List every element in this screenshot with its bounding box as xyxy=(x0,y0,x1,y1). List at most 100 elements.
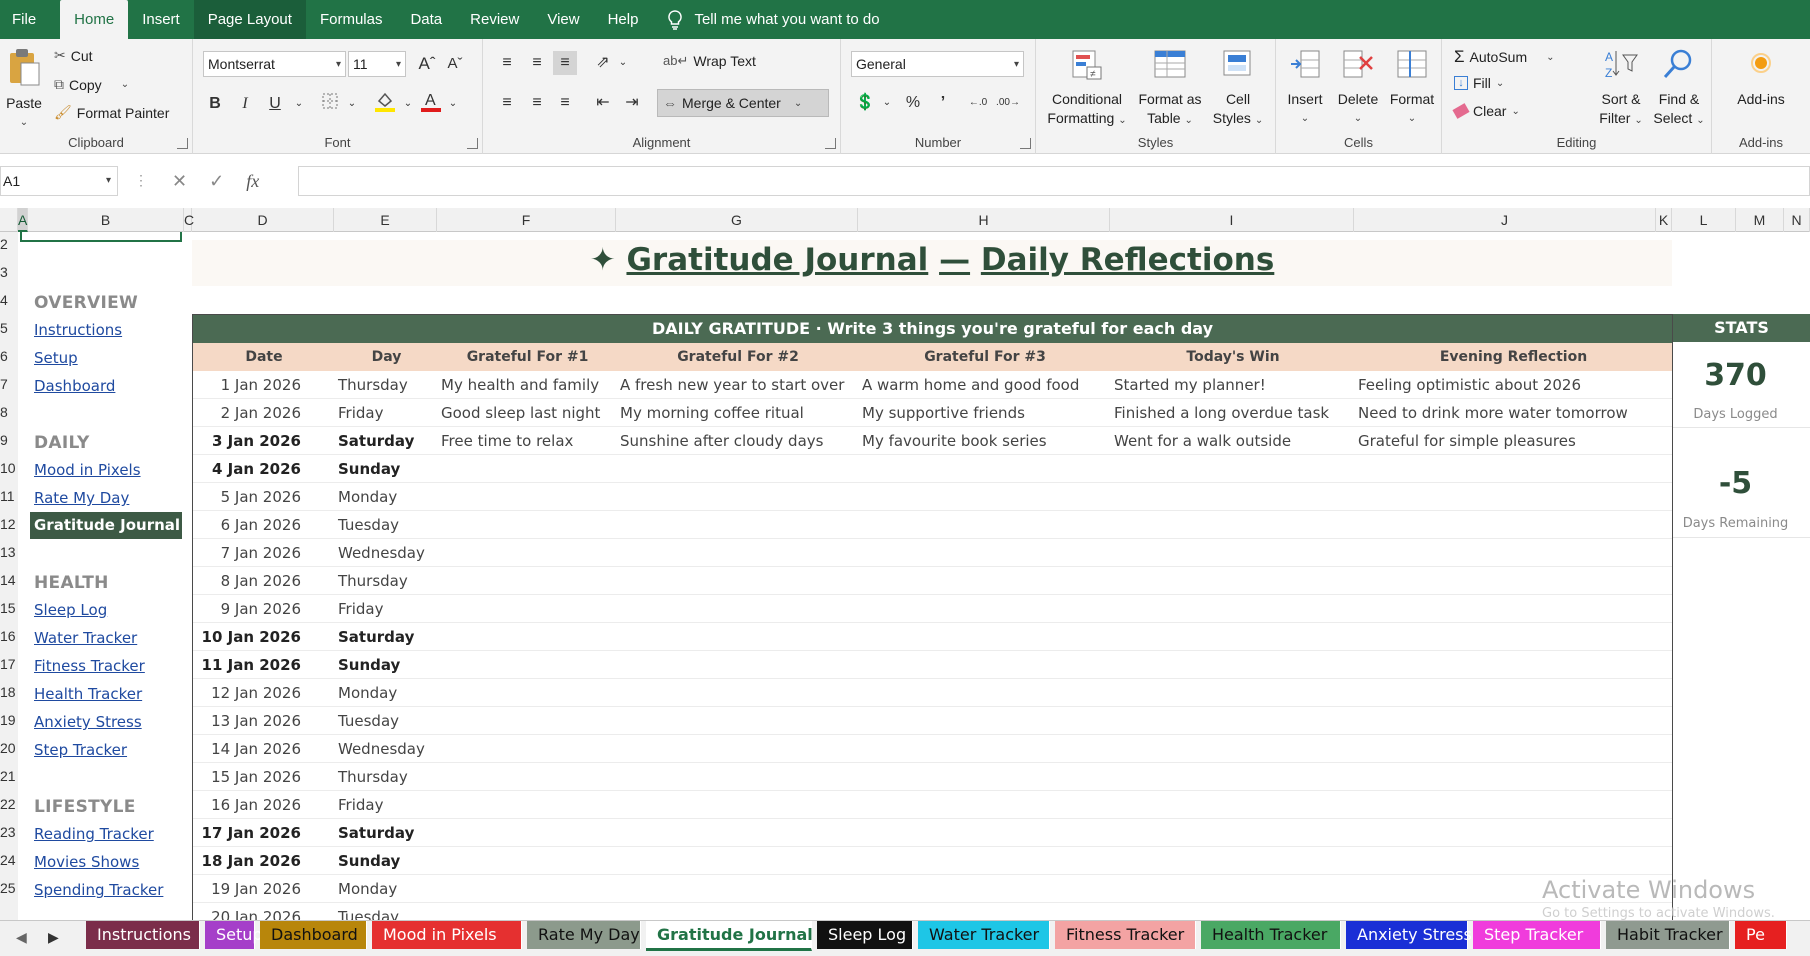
table-cell-day[interactable]: Monday xyxy=(338,875,435,903)
column-header-n[interactable]: N xyxy=(1784,208,1810,232)
sheet-tab-health-tracker[interactable]: Health Tracker xyxy=(1201,921,1341,949)
row-header[interactable]: 18 xyxy=(0,684,18,700)
table-cell-day[interactable]: Friday xyxy=(338,595,435,623)
row-header[interactable]: 24 xyxy=(0,852,18,868)
insert-cells-button[interactable]: Insert ⌄ xyxy=(1280,47,1330,128)
increase-indent-icon[interactable]: ⇥ xyxy=(620,91,644,115)
find-select-button[interactable]: Find & Select ⌄ xyxy=(1650,47,1708,130)
underline-button[interactable]: U xyxy=(263,92,287,116)
table-cell-day[interactable]: Tuesday xyxy=(338,707,435,735)
cell-styles-button[interactable]: Cell Styles ⌄ xyxy=(1208,47,1268,130)
table-cell-date[interactable]: 13 Jan 2026 xyxy=(193,707,301,735)
scroll-tabs-left-icon[interactable]: ◀ xyxy=(16,929,27,946)
decrease-indent-icon[interactable]: ⇤ xyxy=(591,91,615,115)
table-cell-g3[interactable]: My favourite book series xyxy=(862,427,1108,455)
table-cell-g1[interactable]: Free time to relax xyxy=(441,427,614,455)
font-size-select[interactable]: 11 ▾ xyxy=(348,51,406,77)
row-header[interactable]: 5 xyxy=(0,320,18,336)
sidebar-item-reading-tracker[interactable]: Reading Tracker xyxy=(34,825,154,843)
conditional-formatting-button[interactable]: ≠ Conditional Formatting ⌄ xyxy=(1044,47,1130,130)
sheet-tab-setup[interactable]: Setup xyxy=(205,921,263,949)
row-header[interactable]: 21 xyxy=(0,768,18,784)
table-cell-date[interactable]: 17 Jan 2026 xyxy=(193,819,301,847)
column-header-c[interactable]: C xyxy=(184,208,194,232)
sheet-tab-mood-in-pixels[interactable]: Mood in Pixels xyxy=(372,921,522,949)
sheet-tab-fitness-tracker[interactable]: Fitness Tracker xyxy=(1055,921,1196,949)
sidebar-item-gratitude-journal[interactable]: Gratitude Journal xyxy=(30,512,182,539)
delete-cells-button[interactable]: Delete ⌄ xyxy=(1332,47,1384,128)
row-header[interactable]: 23 xyxy=(0,824,18,840)
clear-button[interactable]: Clear ⌄ xyxy=(1452,103,1520,119)
table-cell-date[interactable]: 14 Jan 2026 xyxy=(193,735,301,763)
header-evening-reflection[interactable]: Evening Reflection xyxy=(1355,343,1672,371)
dialog-launcher-icon[interactable] xyxy=(825,138,836,149)
table-cell-win[interactable]: Started my planner! xyxy=(1114,371,1352,399)
sidebar-item-dashboard[interactable]: Dashboard xyxy=(34,377,115,395)
table-cell-day[interactable]: Thursday xyxy=(338,567,435,595)
header-grateful-3[interactable]: Grateful For #3 xyxy=(859,343,1111,371)
row-header[interactable]: 15 xyxy=(0,600,18,616)
column-header-j[interactable]: J xyxy=(1354,208,1656,232)
borders-icon[interactable] xyxy=(318,92,342,116)
format-painter-button[interactable]: 🖌 Format Painter xyxy=(54,104,169,121)
align-top-icon[interactable]: ≡ xyxy=(495,51,519,75)
sidebar-item-sleep-log[interactable]: Sleep Log xyxy=(34,601,107,619)
row-header[interactable]: 4 xyxy=(0,292,18,308)
align-left-icon[interactable]: ≡ xyxy=(495,91,519,115)
percent-button[interactable]: % xyxy=(901,91,925,115)
row-header[interactable]: 16 xyxy=(0,628,18,644)
header-grateful-2[interactable]: Grateful For #2 xyxy=(617,343,859,371)
format-as-table-button[interactable]: Format as Table ⌄ xyxy=(1132,47,1208,130)
table-cell-date[interactable]: 4 Jan 2026 xyxy=(193,455,301,483)
table-cell-date[interactable]: 1 Jan 2026 xyxy=(193,371,301,399)
increase-decimal-icon[interactable]: ←.0 xyxy=(966,91,990,115)
table-cell-day[interactable]: Saturday xyxy=(338,427,435,455)
row-header[interactable]: 22 xyxy=(0,796,18,812)
tell-me-search[interactable]: Tell me what you want to do xyxy=(652,0,880,39)
formula-input[interactable] xyxy=(298,166,1810,196)
table-cell-day[interactable]: Saturday xyxy=(338,819,435,847)
row-header[interactable]: 19 xyxy=(0,712,18,728)
sheet-tab-rate-my-day[interactable]: Rate My Day xyxy=(527,921,641,949)
table-cell-date[interactable]: 16 Jan 2026 xyxy=(193,791,301,819)
table-cell-day[interactable]: Monday xyxy=(338,679,435,707)
row-header[interactable]: 17 xyxy=(0,656,18,672)
row-header[interactable]: 25 xyxy=(0,880,18,896)
comma-style-button[interactable]: ’ xyxy=(931,91,955,115)
table-cell-reflection[interactable]: Need to drink more water tomorrow xyxy=(1358,399,1669,427)
currency-icon[interactable]: 💲 xyxy=(853,91,877,115)
dialog-launcher-icon[interactable] xyxy=(177,138,188,149)
table-cell-g1[interactable]: My health and family xyxy=(441,371,614,399)
table-cell-win[interactable]: Finished a long overdue task xyxy=(1114,399,1352,427)
sidebar-item-health-tracker[interactable]: Health Tracker xyxy=(34,685,142,703)
row-header[interactable]: 13 xyxy=(0,544,18,560)
autosum-button[interactable]: Σ AutoSum ⌄ xyxy=(1454,47,1555,67)
wrap-text-button[interactable]: ab↵ Wrap Text xyxy=(663,53,756,69)
align-bottom-icon[interactable]: ≡ xyxy=(553,51,577,75)
sheet-tab-sleep-log[interactable]: Sleep Log xyxy=(817,921,913,949)
column-header-b[interactable]: B xyxy=(28,208,184,232)
tab-home[interactable]: Home xyxy=(60,0,129,39)
table-cell-day[interactable]: Sunday xyxy=(338,847,435,875)
row-header[interactable]: 6 xyxy=(0,348,18,364)
sheet-tab-pe[interactable]: Pe xyxy=(1735,921,1787,949)
paste-button[interactable]: Paste ⌄ xyxy=(4,47,44,132)
dialog-launcher-icon[interactable] xyxy=(1020,138,1031,149)
table-cell-day[interactable]: Friday xyxy=(338,791,435,819)
header-grateful-1[interactable]: Grateful For #1 xyxy=(438,343,617,371)
table-cell-date[interactable]: 9 Jan 2026 xyxy=(193,595,301,623)
sidebar-item-instructions[interactable]: Instructions xyxy=(34,321,122,339)
table-cell-date[interactable]: 18 Jan 2026 xyxy=(193,847,301,875)
font-name-select[interactable]: Montserrat ▾ xyxy=(203,51,346,77)
table-cell-day[interactable]: Saturday xyxy=(338,623,435,651)
chevron-down-icon[interactable]: ⌄ xyxy=(441,92,465,116)
row-header[interactable]: 20 xyxy=(0,740,18,756)
table-cell-win[interactable]: Went for a walk outside xyxy=(1114,427,1352,455)
table-cell-g2[interactable]: My morning coffee ritual xyxy=(620,399,856,427)
enter-icon[interactable]: ✓ xyxy=(209,171,224,192)
dialog-launcher-icon[interactable] xyxy=(467,138,478,149)
merge-center-button[interactable]: ⇔ Merge & Center ⌄ xyxy=(657,89,829,117)
row-header[interactable]: 11 xyxy=(0,488,18,504)
row-header[interactable]: 2 xyxy=(0,236,18,252)
table-cell-day[interactable]: Sunday xyxy=(338,651,435,679)
